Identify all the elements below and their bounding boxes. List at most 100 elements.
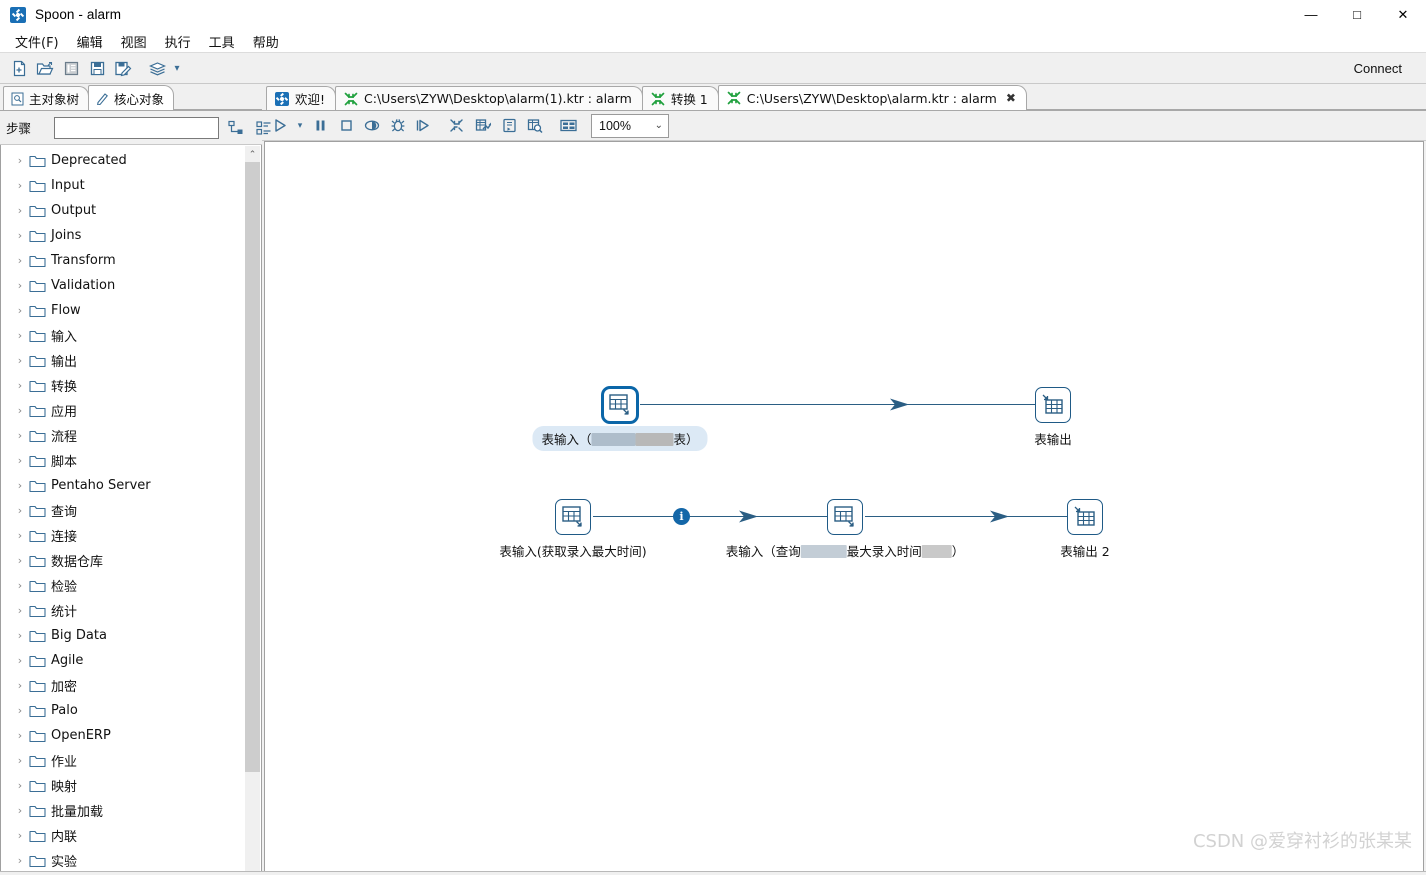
steps-tree-scrollbar[interactable]: ⌃ ⌄	[245, 146, 260, 875]
chevron-right-icon[interactable]: ›	[11, 479, 29, 492]
chevron-right-icon[interactable]: ›	[11, 854, 29, 867]
tab-alarm-ktr[interactable]: C:\Users\ZYW\Desktop\alarm.ktr : alarm ✖	[717, 85, 1027, 110]
tab-core-objects[interactable]: 核心对象	[88, 85, 175, 110]
chevron-right-icon[interactable]: ›	[11, 379, 29, 392]
tree-item[interactable]: › Deprecated	[1, 148, 245, 173]
tree-item[interactable]: › 实验	[1, 848, 245, 873]
chevron-right-icon[interactable]: ›	[11, 804, 29, 817]
transformation-canvas[interactable]: i 表输入（ 表） 表输出表输入(获取录入最大时间) 表输入（查询 最大录入时间 ） 表输出 …	[265, 142, 1423, 875]
chevron-right-icon[interactable]: ›	[11, 629, 29, 642]
close-button[interactable]: ✕	[1380, 0, 1426, 30]
tree-item[interactable]: › 应用	[1, 398, 245, 423]
scrollbar-thumb[interactable]	[245, 162, 260, 772]
chevron-right-icon[interactable]: ›	[11, 529, 29, 542]
menu-file[interactable]: 文件(F)	[6, 30, 68, 53]
tree-item[interactable]: › 内联	[1, 823, 245, 848]
save-button[interactable]	[84, 55, 110, 81]
pause-button[interactable]	[307, 113, 333, 139]
tree-item[interactable]: › 数据仓库	[1, 548, 245, 573]
maximize-button[interactable]: □	[1334, 0, 1380, 30]
chevron-right-icon[interactable]: ›	[11, 779, 29, 792]
node-table-output-2[interactable]: 表输出 2	[1060, 499, 1110, 559]
transformation-canvas-container[interactable]: i 表输入（ 表） 表输出表输入(获取录入最大时间) 表输入（查询 最大录入时间 ） 表输出 …	[264, 141, 1424, 875]
table-input-icon[interactable]	[827, 499, 863, 535]
step-search-input[interactable]	[54, 116, 219, 139]
grid-view-button[interactable]	[555, 113, 581, 139]
node-table-input-selected[interactable]: 表输入（ 表）	[532, 386, 708, 451]
chevron-right-icon[interactable]: ›	[11, 829, 29, 842]
menu-edit[interactable]: 编辑	[68, 30, 112, 53]
hop-info-badge-icon[interactable]: i	[673, 508, 690, 525]
tree-item[interactable]: › 转换	[1, 373, 245, 398]
node-table-input-query[interactable]: 表输入（查询 最大录入时间 ）	[726, 499, 964, 559]
zoom-level-select[interactable]: 100% ⌄	[591, 113, 669, 138]
tree-item[interactable]: › Input	[1, 173, 245, 198]
table-input-icon[interactable]	[555, 499, 591, 535]
chevron-right-icon[interactable]: ›	[11, 154, 29, 167]
hop-2[interactable]	[593, 516, 827, 517]
tree-item[interactable]: › 作业	[1, 748, 245, 773]
tree-item[interactable]: › OpenERP	[1, 723, 245, 748]
collapse-all-button[interactable]	[253, 117, 275, 139]
tree-item[interactable]: › 输出	[1, 348, 245, 373]
chevron-right-icon[interactable]: ›	[11, 579, 29, 592]
perspective-caret-icon[interactable]: ▾	[170, 55, 184, 81]
explorer-button[interactable]	[58, 55, 84, 81]
chevron-right-icon[interactable]: ›	[11, 329, 29, 342]
open-file-button[interactable]	[32, 55, 58, 81]
tree-item[interactable]: › 连接	[1, 523, 245, 548]
tree-item[interactable]: › Transform	[1, 248, 245, 273]
perspective-button[interactable]	[144, 55, 170, 81]
tab-welcome[interactable]: 欢迎!	[266, 86, 337, 110]
tree-item[interactable]: › 批量加载	[1, 798, 245, 823]
sql-button[interactable]	[496, 113, 522, 139]
chevron-right-icon[interactable]: ›	[11, 254, 29, 267]
chevron-right-icon[interactable]: ›	[11, 679, 29, 692]
tree-item[interactable]: › 输入	[1, 323, 245, 348]
save-as-button[interactable]	[110, 55, 136, 81]
impact-analysis-button[interactable]	[470, 113, 496, 139]
node-table-input-max-time[interactable]: 表输入(获取录入最大时间)	[499, 499, 647, 559]
preview-button[interactable]	[359, 113, 385, 139]
chevron-right-icon[interactable]: ›	[11, 729, 29, 742]
hop-1[interactable]	[640, 404, 1035, 405]
expand-all-button[interactable]	[225, 117, 247, 139]
tree-item[interactable]: › Output	[1, 198, 245, 223]
replay-button[interactable]	[411, 113, 437, 139]
tree-item[interactable]: › 加密	[1, 673, 245, 698]
table-input-icon[interactable]	[601, 386, 639, 424]
tree-item[interactable]: › 统计	[1, 598, 245, 623]
table-output-icon[interactable]	[1035, 387, 1071, 423]
chevron-right-icon[interactable]: ›	[11, 404, 29, 417]
tree-item[interactable]: › 脚本	[1, 448, 245, 473]
chevron-right-icon[interactable]: ›	[11, 704, 29, 717]
tab-alarm1-ktr[interactable]: C:\Users\ZYW\Desktop\alarm(1).ktr : alar…	[335, 86, 643, 110]
close-icon[interactable]: ✖	[1006, 91, 1016, 105]
chevron-right-icon[interactable]: ›	[11, 504, 29, 517]
chevron-right-icon[interactable]: ›	[11, 554, 29, 567]
tree-item[interactable]: › Agile	[1, 648, 245, 673]
new-file-button[interactable]	[6, 55, 32, 81]
chevron-right-icon[interactable]: ›	[11, 279, 29, 292]
tree-item[interactable]: › Joins	[1, 223, 245, 248]
hop-3[interactable]	[865, 516, 1067, 517]
tree-item[interactable]: › 流程	[1, 423, 245, 448]
tree-item[interactable]: › Big Data	[1, 623, 245, 648]
chevron-right-icon[interactable]: ›	[11, 354, 29, 367]
chevron-right-icon[interactable]: ›	[11, 179, 29, 192]
inspect-button[interactable]	[522, 113, 548, 139]
verify-button[interactable]	[444, 113, 470, 139]
tree-item[interactable]: › Pentaho Server	[1, 473, 245, 498]
table-output-icon[interactable]	[1067, 499, 1103, 535]
menu-tools[interactable]: 工具	[200, 30, 244, 53]
chevron-right-icon[interactable]: ›	[11, 454, 29, 467]
scroll-up-button[interactable]: ⌃	[245, 146, 260, 162]
menu-help[interactable]: 帮助	[244, 30, 288, 53]
tree-item[interactable]: › Flow	[1, 298, 245, 323]
node-table-output[interactable]: 表输出	[1034, 387, 1072, 447]
tree-item[interactable]: › 映射	[1, 773, 245, 798]
minimize-button[interactable]: —	[1288, 0, 1334, 30]
tree-item[interactable]: › 检验	[1, 573, 245, 598]
chevron-right-icon[interactable]: ›	[11, 754, 29, 767]
tab-main-object-tree[interactable]: 主对象树	[3, 86, 90, 110]
